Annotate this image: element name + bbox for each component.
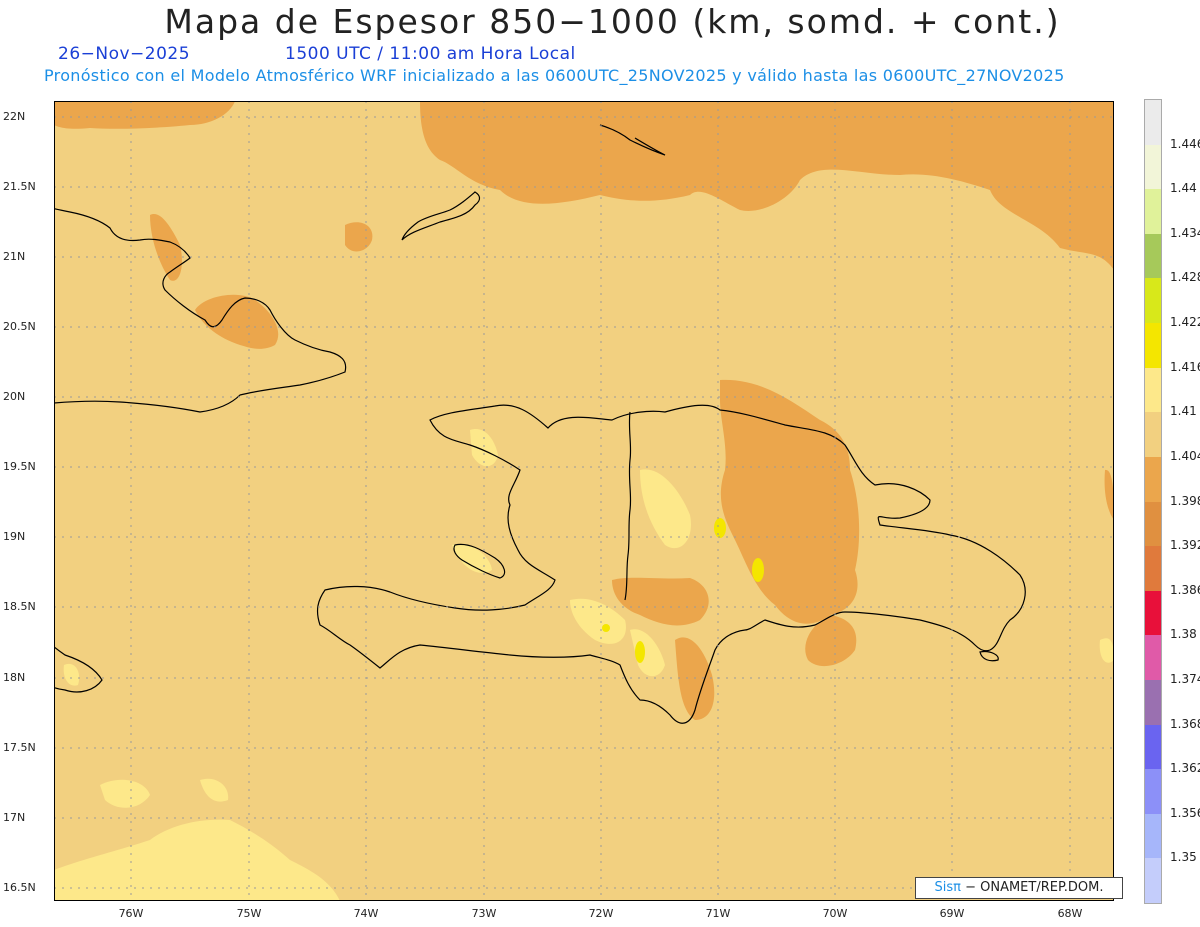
lat-label: 22N [3,110,26,123]
colorbar-label: 1.356 [1170,805,1200,820]
colorbar-segment [1145,323,1161,369]
lat-label: 18.5N [3,600,36,613]
lon-label: 68W [1057,907,1083,920]
forecast-time: 1500 UTC / 11:00 am Hora Local [285,44,576,64]
lat-label: 20.5N [3,320,36,333]
colorbar-label: 1.392 [1170,538,1200,553]
credit-box: Sisπ − ONAMET/REP.DOM. [915,877,1123,899]
forecast-description: Pronóstico con el Modelo Atmosférico WRF… [44,66,1065,85]
colorbar-segment [1145,546,1161,592]
yellow-max-1 [714,518,726,538]
colorbar-segment [1145,679,1161,725]
colorbar-label: 1.35 [1170,850,1197,865]
colorbar-segment [1145,278,1161,324]
colorbar-segment [1145,858,1161,904]
colorbar-segment [1145,590,1161,636]
thickness-map [54,101,1114,901]
colorbar-segment [1145,456,1161,502]
colorbar-segment [1145,412,1161,458]
colorbar-segment [1145,233,1161,279]
colorbar-segment [1145,769,1161,815]
lon-label: 70W [822,907,848,920]
credit-brand: Sisπ [934,880,961,895]
yellow-max-4 [602,624,610,632]
lat-label: 19N [3,530,26,543]
lon-label: 73W [471,907,497,920]
colorbar-label: 1.428 [1170,270,1200,285]
colorbar [1144,99,1162,904]
lon-label: 76W [118,907,144,920]
colorbar-label: 1.422 [1170,315,1200,330]
colorbar-label: 1.398 [1170,493,1200,508]
lat-label: 21N [3,250,26,263]
colorbar-label: 1.41 [1170,404,1197,419]
lat-label: 19.5N [3,460,36,473]
yellow-max-2 [752,558,764,582]
colorbar-segment [1145,813,1161,859]
colorbar-label: 1.44 [1170,181,1197,196]
lat-label: 16.5N [3,881,36,894]
colorbar-label: 1.404 [1170,448,1200,463]
colorbar-label: 1.374 [1170,671,1200,686]
lon-label: 74W [353,907,379,920]
colorbar-label: 1.38 [1170,627,1197,642]
colorbar-segment [1145,501,1161,547]
lat-label: 20N [3,390,26,403]
lon-label: 72W [588,907,614,920]
lon-label: 75W [236,907,262,920]
colorbar-segment [1145,367,1161,413]
colorbar-label: 1.362 [1170,761,1200,776]
yellow-max-3 [635,641,645,663]
lat-label: 18N [3,671,26,684]
colorbar-segment [1145,189,1161,235]
lat-label: 21.5N [3,180,36,193]
lat-label: 17N [3,811,26,824]
colorbar-label: 1.416 [1170,359,1200,374]
lat-label: 17.5N [3,741,36,754]
forecast-date: 26−Nov−2025 [58,44,191,64]
colorbar-segment [1145,144,1161,190]
lon-label: 71W [705,907,731,920]
credit-text: − ONAMET/REP.DOM. [960,880,1104,895]
colorbar-label: 1.368 [1170,716,1200,731]
colorbar-label: 1.434 [1170,225,1200,240]
colorbar-segment [1145,100,1161,145]
colorbar-segment [1145,635,1161,681]
colorbar-label: 1.386 [1170,582,1200,597]
lon-label: 69W [939,907,965,920]
colorbar-label: 1.446 [1170,136,1200,151]
map-title: Mapa de Espesor 850−1000 (km, somd. + co… [164,2,1061,41]
colorbar-segment [1145,724,1161,770]
